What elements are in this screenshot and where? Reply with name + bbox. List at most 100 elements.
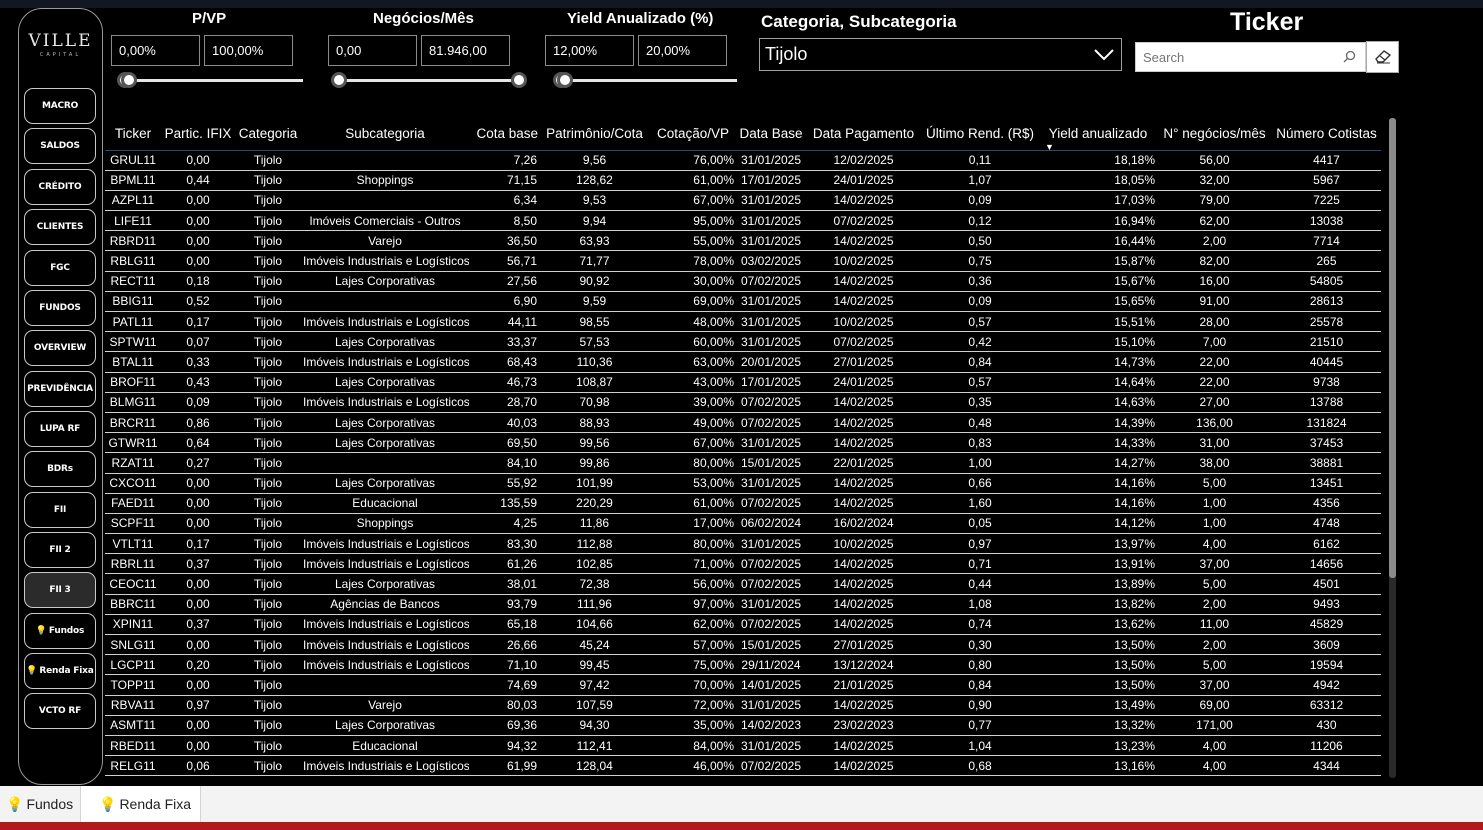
table-row[interactable]: GTWR11 0,64 Tijolo Lajes Corporativas 69,50 9… <box>105 432 1381 454</box>
table-row[interactable]: ASMT11 0,00 Tijolo Lajes Corporativas 69,36 9… <box>105 715 1381 736</box>
table-cell: 90,92 <box>539 271 650 292</box>
table-row[interactable]: BBRC11 0,00 Tijolo Agências de Bancos 93,79 1… <box>105 594 1381 615</box>
negocios-slider-max-handle[interactable] <box>511 72 527 88</box>
table-row[interactable]: RBRD11 0,00 Tijolo Varejo 36,50 63,93 55,00% 31… <box>105 230 1381 252</box>
table-cell: Tijolo <box>235 715 301 736</box>
negocios-min-input[interactable]: 0,00 <box>328 35 417 66</box>
table-row[interactable]: TOPP11 0,00 Tijolo 74,69 97,42 70,00% 14/01/20… <box>105 674 1381 696</box>
nav-button-saldos[interactable]: SALDOS <box>24 128 96 164</box>
table-cell: 110,36 <box>539 351 650 373</box>
table-cell: 55,00% <box>650 230 736 252</box>
table-cell: 5,00 <box>1157 473 1272 494</box>
nav-button-fgc[interactable]: FGC <box>24 250 96 286</box>
nav-button-renda-fixa[interactable]: 💡 Renda Fixa <box>24 653 96 689</box>
column-header[interactable]: Yield anualizado ▼ <box>1039 118 1157 152</box>
table-row[interactable]: CXCO11 0,00 Tijolo Lajes Corporativas 55,92 1… <box>105 473 1381 494</box>
table-row[interactable]: VTLT11 0,17 Tijolo Imóveis Industriais e Lo… <box>105 533 1381 555</box>
column-header[interactable]: Número Cotistas <box>1272 118 1381 150</box>
yield-slider-track[interactable] <box>554 79 737 82</box>
pvp-min-input[interactable]: 0,00% <box>111 35 200 66</box>
sort-desc-icon[interactable]: ▼ <box>1039 142 1157 152</box>
eraser-button[interactable] <box>1366 41 1399 73</box>
nav-button-fundos[interactable]: 💡 Fundos <box>24 613 96 649</box>
nav-button-clientes[interactable]: CLIENTES <box>24 209 96 245</box>
table-row[interactable]: RZAT11 0,27 Tijolo 84,10 99,86 80,00% 15/01/20… <box>105 452 1381 474</box>
table-cell: Imóveis Comerciais - Outros <box>301 210 469 232</box>
nav-button-label: CLIENTES <box>36 222 84 232</box>
table-row[interactable]: RBLG11 0,00 Tijolo Imóveis Industriais e Lo… <box>105 250 1381 272</box>
column-header[interactable]: Último Rend. (R$) <box>921 118 1039 150</box>
column-header[interactable]: Data Base <box>736 118 806 150</box>
search-icon[interactable] <box>1343 50 1356 63</box>
table-row[interactable]: SPTW11 0,07 Tijolo Lajes Corporativas 33,37 5… <box>105 331 1381 353</box>
column-header[interactable]: N° negócios/mês <box>1157 118 1272 150</box>
table-row[interactable]: LIFE11 0,00 Tijolo Imóveis Comerciais - Out… <box>105 210 1381 232</box>
table-scrollbar[interactable] <box>1389 118 1396 778</box>
table-cell: 13,49% <box>1039 695 1157 716</box>
table-cell: 07/02/2025 <box>736 493 806 514</box>
table-cell <box>301 452 469 474</box>
ticker-search-input[interactable] <box>1136 43 1336 71</box>
table-row[interactable]: CEOC11 0,00 Tijolo Lajes Corporativas 38,01 7… <box>105 573 1381 595</box>
lightbulb-icon: 💡 <box>99 795 117 812</box>
table-row[interactable]: RECT11 0,18 Tijolo Lajes Corporativas 27,56 9… <box>105 271 1381 292</box>
table-row[interactable]: LGCP11 0,20 Tijolo Imóveis Industriais e Lo… <box>105 654 1381 676</box>
table-row[interactable]: RBVA11 0,97 Tijolo Varejo 80,03 107,59 72,00% 3… <box>105 695 1381 716</box>
table-row[interactable]: RBED11 0,00 Tijolo Educacional 94,32 112,41 84… <box>105 735 1381 757</box>
table-row[interactable]: RBRL11 0,37 Tijolo Imóveis Industriais e Lo… <box>105 553 1381 575</box>
table-row[interactable]: BLMG11 0,09 Tijolo Imóveis Industriais e Lo… <box>105 392 1381 413</box>
table-row[interactable]: BROF11 0,43 Tijolo Lajes Corporativas 46,73 1… <box>105 372 1381 393</box>
table-cell: 31/01/2025 <box>736 291 806 313</box>
nav-button-fundos[interactable]: FUNDOS <box>24 290 96 326</box>
negocios-slider-min-handle[interactable] <box>331 72 347 88</box>
column-header[interactable]: Partic. IFIX <box>161 118 235 150</box>
table-scrollbar-thumb[interactable] <box>1389 118 1396 578</box>
yield-slider-max-handle[interactable] <box>557 72 573 88</box>
column-header[interactable]: Patrimônio/Cota <box>539 118 650 150</box>
table-cell: 13,62% <box>1039 614 1157 636</box>
pvp-max-input[interactable]: 100,00% <box>204 35 293 66</box>
pvp-slider-max-handle[interactable] <box>121 72 137 88</box>
nav-button-fii-2[interactable]: FII 2 <box>24 532 96 568</box>
table-cell: Tijolo <box>235 210 301 232</box>
negocios-slider-track[interactable] <box>336 79 522 82</box>
column-header[interactable]: Data Pagamento <box>806 118 921 150</box>
table-row[interactable]: FAED11 0,00 Tijolo Educacional 135,59 220,29 6… <box>105 493 1381 514</box>
nav-button-fii-3[interactable]: FII 3 <box>24 572 96 608</box>
table-cell: Educacional <box>301 493 469 514</box>
yield-min-input[interactable]: 12,00% <box>545 35 634 66</box>
bottom-tab-fundos[interactable]: 💡 Fundos <box>0 786 81 822</box>
table-row[interactable]: XPIN11 0,37 Tijolo Imóveis Industriais e Lo… <box>105 614 1381 636</box>
table-row[interactable]: SNLG11 0,00 Tijolo Imóveis Industriais e Lo… <box>105 634 1381 656</box>
table-row[interactable]: BRCR11 0,86 Tijolo Lajes Corporativas 40,03 8… <box>105 412 1381 434</box>
table-row[interactable]: AZPL11 0,00 Tijolo 6,34 9,53 67,00% 31/01/2025… <box>105 190 1381 212</box>
table-row[interactable]: RELG11 0,06 Tijolo Imóveis Industriais e Lo… <box>105 755 1381 777</box>
table-row[interactable]: BPML11 0,44 Tijolo Shoppings 71,15 128,62 61,0… <box>105 170 1381 191</box>
column-header[interactable]: Categoria <box>235 118 301 150</box>
negocios-max-input[interactable]: 81.946,00 <box>421 35 510 66</box>
pvp-slider-track[interactable] <box>118 79 303 82</box>
nav-button-vcto-rf[interactable]: VCTO RF <box>24 693 96 729</box>
table-cell: Lajes Corporativas <box>301 372 469 393</box>
table-row[interactable]: BBIG11 0,52 Tijolo 6,90 9,59 69,00% 31/01/2025… <box>105 291 1381 313</box>
nav-button-macro[interactable]: MACRO <box>24 88 96 124</box>
categoria-dropdown[interactable]: Tijolo <box>759 38 1122 71</box>
table-row[interactable]: PATL11 0,17 Tijolo Imóveis Industriais e Lo… <box>105 311 1381 333</box>
column-header[interactable]: Cota base <box>469 118 539 150</box>
nav-button-overview[interactable]: OVERVIEW <box>24 330 96 366</box>
table-row[interactable]: GRUL11 0,00 Tijolo 7,26 9,56 76,00% 31/01/2025… <box>105 150 1381 171</box>
table-row[interactable]: SCPF11 0,00 Tijolo Shoppings 4,25 11,86 17,00%… <box>105 513 1381 535</box>
bottom-tab-renda-fixa[interactable]: 💡 Renda Fixa <box>81 786 201 822</box>
nav-button-fii[interactable]: FII <box>24 492 96 528</box>
nav-button-lupa-rf[interactable]: LUPA RF <box>24 411 96 447</box>
table-row[interactable]: BTAL11 0,33 Tijolo Imóveis Industriais e Lo… <box>105 351 1381 373</box>
nav-button-cr-dito[interactable]: CRÉDITO <box>24 169 96 205</box>
nav-button-previd-ncia[interactable]: PREVIDÊNCIA <box>24 371 96 407</box>
column-header[interactable]: Ticker <box>105 118 161 150</box>
table-cell: 14/01/2025 <box>736 674 806 696</box>
column-header[interactable]: Cotação/VP <box>650 118 736 150</box>
nav-button-bdrs[interactable]: BDRs <box>24 451 96 487</box>
column-header-label: Número Cotistas <box>1276 126 1377 142</box>
yield-max-input[interactable]: 20,00% <box>638 35 727 66</box>
column-header[interactable]: Subcategoria <box>301 118 469 150</box>
